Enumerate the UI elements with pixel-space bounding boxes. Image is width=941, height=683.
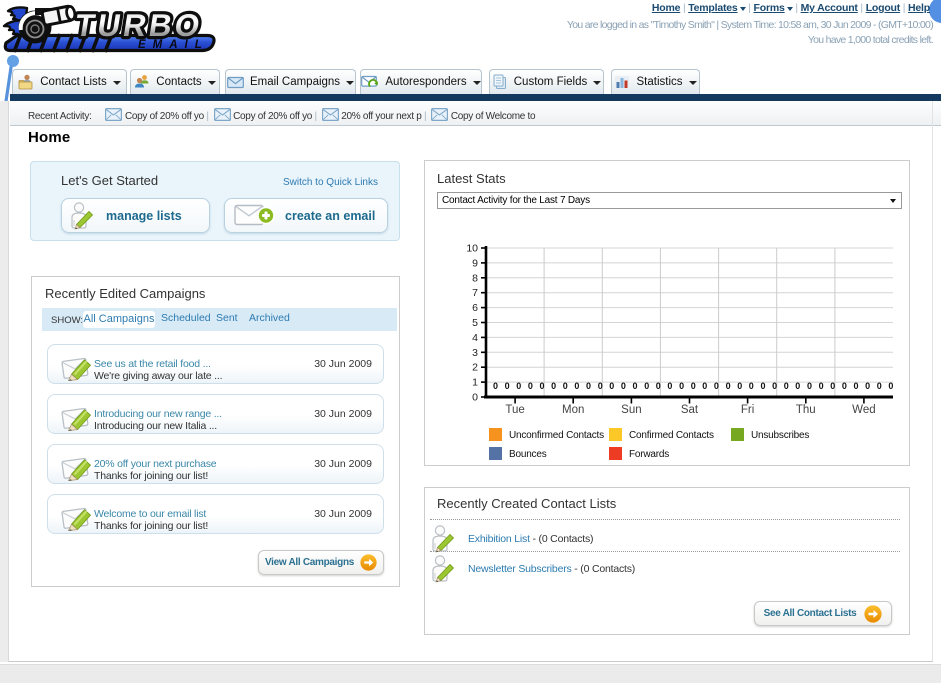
svg-text:0: 0 — [877, 381, 882, 391]
svg-text:9: 9 — [472, 257, 478, 269]
svg-text:0: 0 — [691, 381, 696, 391]
svg-text:0: 0 — [609, 381, 614, 391]
svg-text:0: 0 — [865, 381, 870, 391]
svg-text:0: 0 — [772, 381, 777, 391]
svg-text:0: 0 — [737, 381, 742, 391]
svg-text:0: 0 — [853, 381, 858, 391]
svg-text:8: 8 — [472, 272, 478, 284]
svg-text:0: 0 — [516, 381, 521, 391]
svg-text:0: 0 — [726, 381, 731, 391]
svg-text:0: 0 — [760, 381, 765, 391]
svg-text:0: 0 — [505, 381, 510, 391]
svg-text:0: 0 — [830, 381, 835, 391]
svg-text:0: 0 — [586, 381, 591, 391]
svg-text:0: 0 — [842, 381, 847, 391]
svg-text:0: 0 — [563, 381, 568, 391]
svg-text:0: 0 — [598, 381, 603, 391]
svg-text:6: 6 — [472, 302, 478, 314]
svg-text:0: 0 — [472, 392, 478, 404]
svg-text:0: 0 — [807, 381, 812, 391]
svg-text:0: 0 — [888, 381, 893, 391]
svg-text:7: 7 — [472, 287, 478, 299]
svg-text:2: 2 — [472, 362, 478, 374]
svg-text:0: 0 — [702, 381, 707, 391]
svg-text:0: 0 — [574, 381, 579, 391]
svg-text:3: 3 — [472, 347, 478, 359]
svg-text:0: 0 — [551, 381, 556, 391]
svg-text:Sun: Sun — [621, 404, 641, 416]
svg-text:5: 5 — [472, 317, 478, 329]
svg-text:0: 0 — [621, 381, 626, 391]
svg-text:0: 0 — [795, 381, 800, 391]
svg-text:0: 0 — [749, 381, 754, 391]
svg-text:Thu: Thu — [796, 404, 816, 416]
svg-text:0: 0 — [714, 381, 719, 391]
svg-text:0: 0 — [679, 381, 684, 391]
svg-text:Wed: Wed — [852, 404, 875, 416]
svg-text:10: 10 — [466, 243, 478, 255]
svg-text:Tue: Tue — [505, 404, 524, 416]
svg-text:0: 0 — [493, 381, 498, 391]
svg-text:1: 1 — [472, 377, 478, 389]
svg-text:TURBO: TURBO — [73, 7, 206, 43]
svg-text:0: 0 — [632, 381, 637, 391]
svg-text:4: 4 — [472, 332, 478, 344]
svg-text:Fri: Fri — [741, 404, 754, 416]
svg-text:0: 0 — [784, 381, 789, 391]
svg-text:0: 0 — [644, 381, 649, 391]
svg-text:Mon: Mon — [562, 404, 584, 416]
svg-text:0: 0 — [528, 381, 533, 391]
svg-text:0: 0 — [667, 381, 672, 391]
svg-text:0: 0 — [539, 381, 544, 391]
svg-text:0: 0 — [819, 381, 824, 391]
svg-text:Sat: Sat — [681, 404, 699, 416]
svg-text:0: 0 — [656, 381, 661, 391]
